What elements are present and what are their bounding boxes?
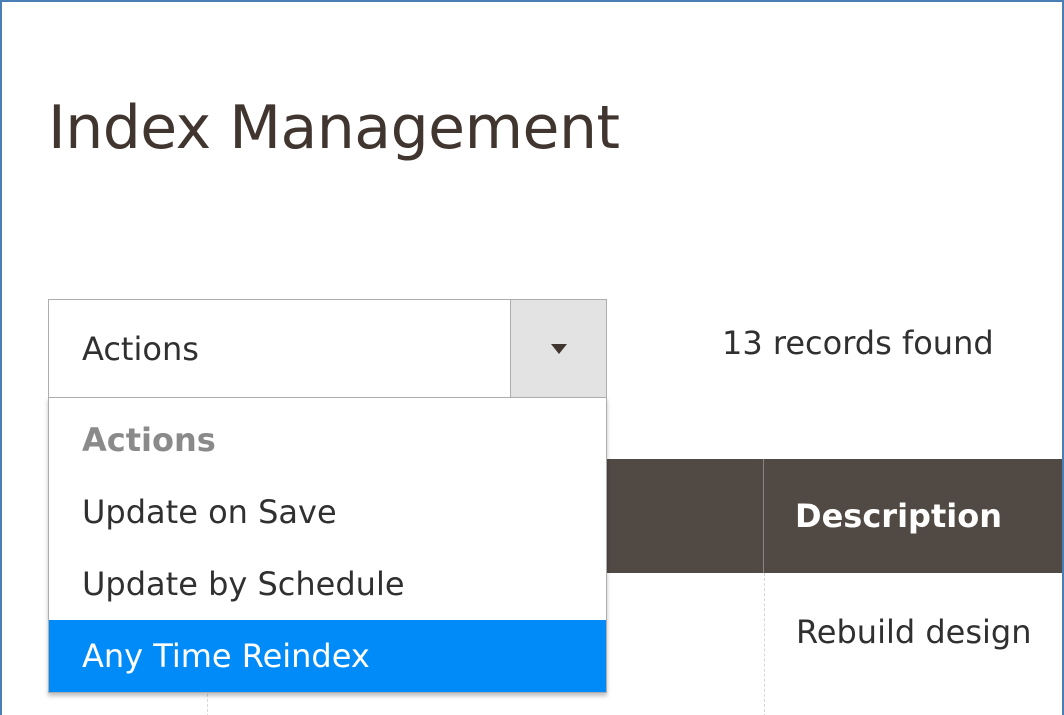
actions-select[interactable]: Actions bbox=[48, 299, 607, 398]
table-cell-description: Rebuild design bbox=[796, 613, 1032, 651]
menu-item-any-time-reindex[interactable]: Any Time Reindex bbox=[49, 620, 606, 692]
page-frame: Index Management Actions 13 records foun… bbox=[0, 0, 1064, 715]
actions-select-value: Actions bbox=[82, 329, 199, 368]
page-title: Index Management bbox=[48, 93, 620, 163]
column-divider bbox=[764, 573, 765, 715]
menu-item-update-by-schedule[interactable]: Update by Schedule bbox=[49, 548, 606, 620]
menu-header-actions: Actions bbox=[82, 421, 216, 459]
actions-select-toggle[interactable] bbox=[510, 300, 606, 397]
menu-item-update-on-save[interactable]: Update on Save bbox=[49, 476, 606, 548]
grid-header-column-description[interactable]: Description bbox=[764, 459, 1062, 573]
chevron-down-icon bbox=[550, 343, 567, 354]
actions-dropdown-menu: Actions Update on Save Update by Schedul… bbox=[48, 397, 607, 693]
records-found-count: 13 records found bbox=[722, 324, 994, 362]
